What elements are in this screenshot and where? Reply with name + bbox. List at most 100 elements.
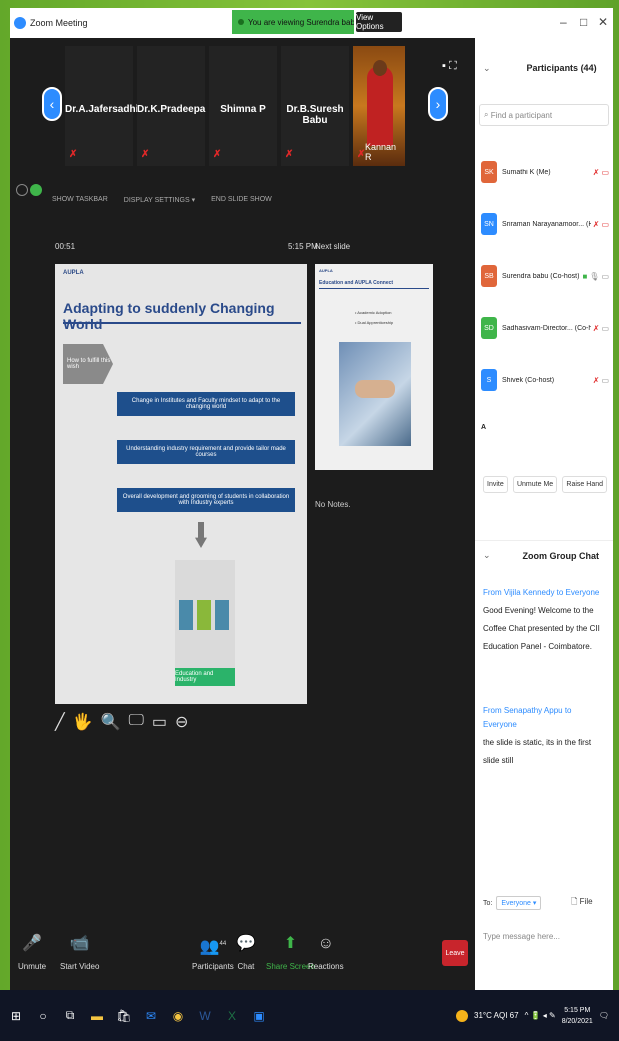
video-off-icon: ▭ [601, 219, 609, 229]
participant-video-thumb[interactable]: ✗ Kannan R [353, 46, 405, 166]
notification-icon[interactable]: 🗨 [599, 1011, 609, 1020]
start-video-button[interactable]: 📹 Start Video [60, 932, 99, 971]
chrome-icon[interactable]: ◉ [167, 1005, 189, 1027]
right-panel: ⌄ Participants (44) ⌕ Find a participant… [475, 38, 613, 990]
slide-title: Adapting to suddenly Changing World [63, 300, 275, 332]
participant-search-input[interactable]: ⌕ Find a participant [479, 104, 609, 126]
participant-name: Surendra babu (Co-host) [502, 272, 580, 280]
slide-box: Change in Institutes and Faculty mindset… [117, 392, 295, 416]
participant-thumb[interactable]: Dr.K.Pradeepa ✗ [137, 46, 205, 166]
task-view-icon[interactable]: ⧉ [59, 1005, 81, 1027]
chevron-down-icon[interactable]: ⌄ [483, 550, 491, 561]
unmute-me-button[interactable]: Unmute Me [512, 476, 558, 493]
excel-icon[interactable]: X [221, 1005, 243, 1027]
video-off-icon: 📹 [69, 935, 90, 952]
windows-start-icon[interactable]: ⊞ [5, 1005, 27, 1027]
participant-name: Sadhasivam-Director... (Co-host) [502, 324, 591, 332]
view-options-button[interactable]: View Options [356, 12, 402, 32]
file-button[interactable]: 🗋 File [571, 896, 593, 910]
leave-button[interactable]: Leave [442, 940, 468, 966]
participant-thumb[interactable]: Shimna P ✗ [209, 46, 277, 166]
tray-icons[interactable]: ^ 🔋 ◂ ✎ [525, 1011, 556, 1020]
file-explorer-icon[interactable]: ▬ [86, 1005, 108, 1027]
chat-text: Good Evening! Welcome to the Coffee Chat… [483, 606, 600, 651]
show-taskbar-button[interactable]: SHOW TASKBAR [52, 196, 108, 210]
participant-count: 44 [219, 941, 227, 947]
raise-hand-button[interactable]: Raise Hand [562, 476, 607, 493]
maximize-button[interactable]: □ [580, 15, 587, 29]
participants-icon: 👥44 [199, 938, 227, 956]
chat-header: ⌄ Zoom Group Chat [475, 540, 613, 570]
mic-on-icon: 🎙 [589, 271, 600, 281]
zoom-app-icon[interactable]: ▣ [248, 1005, 270, 1027]
pen-icon[interactable]: ╱ [55, 712, 65, 732]
participants-title: Participants (44) [526, 63, 597, 73]
mail-icon[interactable]: ✉ [140, 1005, 162, 1027]
participants-button[interactable]: 👥44 Participants [192, 932, 234, 971]
chat-sender[interactable]: From Vijila Kennedy to Everyone [483, 586, 607, 600]
meeting-toolbar: 🎤 Unmute 📹 Start Video 👥44 Participants … [10, 918, 475, 990]
connection-icon[interactable] [30, 184, 42, 196]
participant-row[interactable]: A [481, 418, 609, 436]
slide-diagram [175, 560, 235, 680]
taskbar-clock[interactable]: 5:15 PM 8/20/2021 [562, 1005, 593, 1027]
minimize-button[interactable]: – [560, 15, 567, 29]
next-slide-label: Next slide [315, 242, 351, 251]
participant-row[interactable]: SD Sadhasivam-Director... (Co-host) ✗▭ [481, 314, 609, 342]
participant-row[interactable]: SK Sumathi K (Me) ✗ ▭ [481, 158, 609, 186]
chevron-right-icon: › [435, 96, 441, 112]
mic-muted-icon: ✗ [141, 149, 150, 160]
next-page-button[interactable]: › [428, 87, 448, 121]
participant-row[interactable]: SN Sriraman Narayanamoor... (Host) ✗▭ [481, 210, 609, 238]
search-icon[interactable]: ○ [32, 1005, 54, 1027]
participant-row[interactable]: SB Surendra babu (Co-host) ■ 🎙 ▭ [481, 262, 609, 290]
subtitles-icon[interactable]: ▭ [152, 712, 167, 732]
chat-input[interactable]: Type message here... [483, 932, 560, 941]
avatar: SB [481, 265, 497, 287]
reactions-label: Reactions [308, 962, 344, 971]
invite-button[interactable]: Invite [483, 476, 508, 493]
more-icon[interactable]: ⊖ [175, 712, 188, 732]
windows-taskbar: ⊞ ○ ⧉ ▬ 🛍 ✉ ◉ W X ▣ 31°C AQI 67 ^ 🔋 ◂ ✎ … [0, 990, 619, 1041]
participant-thumb[interactable]: Dr.A.Jafersadhiq ✗ [65, 46, 145, 166]
meeting-main-area: ‹ Dr.A.Jafersadhiq ✗ Dr.K.Pradeepa ✗ Shi… [10, 38, 475, 990]
security-icon[interactable] [16, 184, 28, 196]
video-off-icon: ▭ [601, 271, 609, 281]
weather-icon [456, 1009, 469, 1022]
end-slideshow-button[interactable]: END SLIDE SHOW [211, 196, 272, 210]
unmute-button[interactable]: 🎤 Unmute [18, 932, 46, 971]
chat-button[interactable]: 💬 Chat [236, 932, 256, 971]
store-icon[interactable]: 🛍 [113, 1005, 135, 1027]
share-screen-icon: ■ [582, 271, 588, 281]
side-icons [16, 184, 46, 199]
clock-time: 5:15 PM [564, 1006, 591, 1014]
next-slide-preview[interactable]: AUPLA Education and AUPLA Connect • Acad… [315, 264, 433, 470]
display-settings-button[interactable]: DISPLAY SETTINGS ▾ [124, 196, 195, 210]
recipient-select[interactable]: Everyone ▾ [496, 896, 542, 910]
chat-sender[interactable]: From Senapathy Appu to Everyone [483, 704, 607, 732]
participant-row[interactable]: S Shivek (Co-host) ✗ ▭ [481, 366, 609, 394]
chat-text: the slide is static, its in the first sl… [483, 738, 592, 765]
screen-icon[interactable]: 🖵 [128, 712, 143, 732]
fullscreen-icon[interactable]: ▪ ⛶ [442, 60, 457, 73]
participants-header: ⌄ Participants (44) [475, 48, 613, 88]
weather-text[interactable]: 31°C AQI 67 [474, 1011, 519, 1020]
down-arrow-icon [195, 522, 207, 548]
close-button[interactable]: ✕ [598, 15, 608, 29]
word-icon[interactable]: W [194, 1005, 216, 1027]
next-slide-logo: AUPLA [319, 268, 333, 273]
thumb-name: Dr.A.Jafersadhiq [65, 104, 145, 115]
next-slide-divider [319, 288, 429, 289]
participant-thumb[interactable]: Dr.B.Suresh Babu ✗ [281, 46, 349, 166]
share-banner: You are viewing Surendra babu's screen [232, 10, 354, 34]
search-icon: ⌕ [484, 110, 489, 119]
start-video-label: Start Video [60, 962, 100, 971]
magnifier-icon[interactable]: 🔍 [101, 712, 121, 732]
mic-muted-icon: ✗ [592, 323, 600, 333]
clock-date: 8/20/2021 [561, 1017, 593, 1025]
prev-page-button[interactable]: ‹ [42, 87, 62, 121]
reactions-button[interactable]: ☺ Reactions [308, 932, 344, 971]
highlighter-icon[interactable]: 🖐 [73, 712, 93, 732]
share-banner-text: You are viewing Surendra babu's screen [248, 17, 354, 27]
chevron-down-icon[interactable]: ⌄ [483, 63, 491, 74]
